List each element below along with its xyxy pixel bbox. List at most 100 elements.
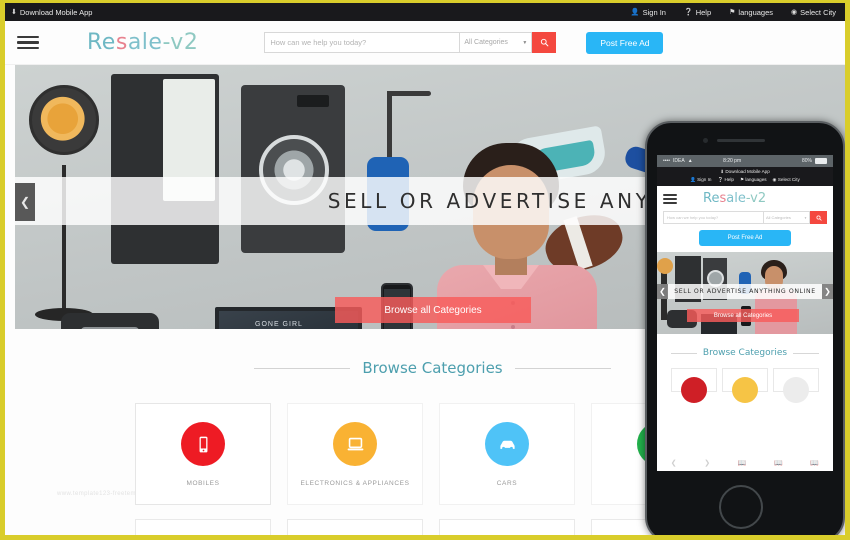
heading-rule-left <box>254 367 351 369</box>
phone-category-icon-badge-1 <box>681 377 707 403</box>
phone-home-button[interactable] <box>719 485 763 529</box>
search-button[interactable] <box>532 32 557 53</box>
mobile-icon <box>199 436 207 452</box>
download-icon: ⬇ <box>720 169 725 174</box>
category-card-mobiles[interactable]: MOBILES <box>135 403 271 505</box>
phone-category-row <box>657 368 833 403</box>
heading-rule-right <box>514 367 611 369</box>
toaster-slot-decor <box>81 327 139 329</box>
chevron-left-icon[interactable]: ❮ <box>671 459 677 467</box>
phone-battery-label: 80% <box>801 158 812 164</box>
question-circle-icon: ❔ <box>683 8 693 16</box>
phone-download-app-link[interactable]: ⬇ Download Mobile App <box>657 169 833 175</box>
phone-search-button[interactable] <box>810 211 827 224</box>
phone-category-icon-badge-2 <box>732 377 758 403</box>
topbar-item-select-city[interactable]: ◉ Select City <box>791 8 836 17</box>
phone-signal-icon: •••• <box>663 158 671 164</box>
logo-part-4: -v2 <box>162 30 199 55</box>
phone-mockup: •••• IDEA ▲ 8:20 pm 80% ⬇ Download Mobil… <box>645 121 845 535</box>
phone-category-card-2[interactable] <box>722 368 768 403</box>
search-icon <box>540 38 549 47</box>
category-grid-row2 <box>135 519 727 535</box>
hero-prev-arrow[interactable]: ❮ <box>15 183 35 221</box>
right-yellow-border <box>845 3 850 535</box>
phone-topbar-item-help[interactable]: ❔ Help <box>717 177 733 183</box>
book-icon[interactable]: 📖 <box>738 459 747 467</box>
phone-search-input[interactable]: How can we help you today? <box>663 211 764 224</box>
category-card-row2-2[interactable] <box>287 519 423 535</box>
search-input[interactable]: How can we help you today? <box>264 32 461 53</box>
phone-category-icon-badge-3 <box>783 377 809 403</box>
phone-search-bar: How can we help you today? All Categorie… <box>663 211 827 224</box>
phone-foot-icon-row: ❮ ❯ 📖 📖 📖 <box>657 455 833 471</box>
book-icon-2[interactable]: 📖 <box>774 459 783 467</box>
category-select-value: All Categories <box>464 39 508 46</box>
hamburger-icon[interactable] <box>17 35 39 50</box>
phone-hero-prev-arrow[interactable]: ❮ <box>657 284 668 299</box>
phone-post-free-ad-button[interactable]: Post Free Ad <box>699 230 791 246</box>
top-utility-bar: ⬇ Download Mobile App 👤 Sign In ❔ Help ⚑… <box>5 3 850 21</box>
chevron-down-icon: ▼ <box>522 39 528 46</box>
phone-screen: •••• IDEA ▲ 8:20 pm 80% ⬇ Download Mobil… <box>657 155 833 471</box>
phone-hero-slider: SELL OR ADVERTISE ANYTHING ONLINE Browse… <box>657 252 833 334</box>
download-mobile-app-label: Download Mobile App <box>19 7 93 17</box>
topbar-item-languages[interactable]: ⚑ languages <box>729 8 773 17</box>
phone-heading-rule-left <box>670 352 697 354</box>
flag-icon: ⚑ <box>729 8 736 16</box>
phone-category-card-1[interactable] <box>671 368 717 403</box>
phone-browse-categories-section: Browse Categories <box>657 334 833 403</box>
download-mobile-app-link[interactable]: ⬇ Download Mobile App <box>11 8 92 17</box>
logo-part-1: Re <box>87 30 116 55</box>
category-label-electronics: ELECTRONICS & APPLIANCES <box>300 480 410 487</box>
phone-hamburger-icon[interactable] <box>663 193 677 204</box>
chevron-right-icon[interactable]: ❯ <box>704 459 710 467</box>
phone-topbar-item-select-city[interactable]: ◉ Select City <box>773 177 800 183</box>
site-logo[interactable]: Resale-v2 <box>87 30 198 55</box>
phone-category-select[interactable]: All Categories ▼ <box>764 211 810 224</box>
topbar-label-help: Help <box>695 7 712 17</box>
phone-hero-next-arrow[interactable]: ❯ <box>822 284 833 299</box>
phone-browse-all-categories-button[interactable]: Browse all Categories <box>687 309 799 322</box>
category-icon-badge-mobiles <box>181 422 225 466</box>
site-header: Resale-v2 How can we help you today? All… <box>5 21 850 65</box>
phone-category-card-3[interactable] <box>773 368 819 403</box>
book-icon-3[interactable]: 📖 <box>810 459 819 467</box>
category-card-electronics[interactable]: ELECTRONICS & APPLIANCES <box>287 403 423 505</box>
phone-time-label: 8:20 pm <box>723 158 742 164</box>
logo-part-2: s <box>115 30 128 55</box>
category-card-row2-1[interactable] <box>135 519 271 535</box>
vacuum-hose-top-decor <box>387 91 431 96</box>
phone-categories-heading-row: Browse Categories <box>657 348 833 358</box>
topbar-item-help[interactable]: ❔ Help <box>684 8 711 17</box>
search-bar: How can we help you today? All Categorie… <box>264 32 557 53</box>
download-icon: ⬇ <box>11 8 17 16</box>
phone-topbar-item-languages[interactable]: ⚑ languages <box>740 177 767 183</box>
category-icon-badge-electronics <box>333 422 377 466</box>
browse-all-categories-button[interactable]: Browse all Categories <box>335 297 531 323</box>
logo-part-3: ale <box>127 30 163 55</box>
phone-status-bar: •••• IDEA ▲ 8:20 pm 80% <box>657 155 833 167</box>
post-free-ad-button[interactable]: Post Free Ad <box>586 31 664 54</box>
car-icon <box>499 440 515 450</box>
category-card-cars[interactable]: CARS <box>439 403 575 505</box>
phone-hero-title: SELL OR ADVERTISE ANYTHING ONLINE <box>674 288 816 295</box>
phone-heading-rule-right <box>793 352 820 354</box>
search-icon <box>816 215 822 221</box>
category-grid: MOBILES ELECTRONICS & APPLIANCES CARS <box>135 403 727 505</box>
category-icon-badge-cars <box>485 422 529 466</box>
phone-carrier-label: IDEA <box>673 158 685 164</box>
phone-download-app-label: Download Mobile App <box>725 169 770 174</box>
topbar-label-select-city: Select City <box>800 7 836 17</box>
phone-camera-icon <box>703 138 708 143</box>
topbar-label-sign-in: Sign In <box>642 7 666 17</box>
top-utility-links: 👤 Sign In ❔ Help ⚑ languages ◉ Select Ci… <box>631 8 836 17</box>
phone-site-header: Resale-v2 How can we help you today? All… <box>657 186 833 252</box>
category-select[interactable]: All Categories ▼ <box>460 32 533 53</box>
wifi-icon: ▲ <box>687 158 693 164</box>
phone-site-logo[interactable]: Resale-v2 <box>703 191 766 206</box>
browser-viewport: ⬇ Download Mobile App 👤 Sign In ❔ Help ⚑… <box>0 0 850 540</box>
category-card-row2-3[interactable] <box>439 519 575 535</box>
topbar-item-sign-in[interactable]: 👤 Sign In <box>631 8 666 17</box>
fan-icon <box>29 85 99 155</box>
phone-topbar-item-sign-in[interactable]: 👤 Sign In <box>690 177 711 183</box>
